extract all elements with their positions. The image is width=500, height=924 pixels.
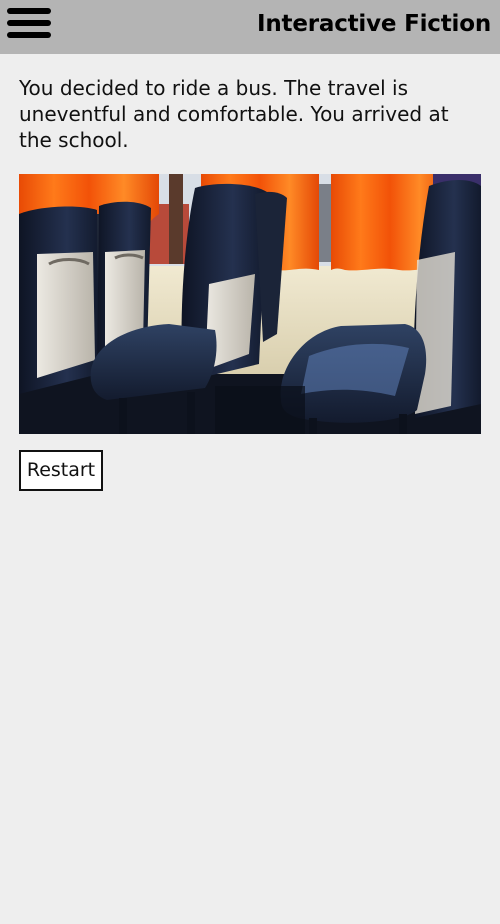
story-text: You decided to ride a bus. The travel is…	[19, 76, 449, 152]
scene-image	[19, 174, 481, 434]
restart-button[interactable]: Restart	[19, 450, 103, 491]
app-title: Interactive Fiction	[257, 11, 491, 37]
menu-bar-top	[7, 8, 51, 14]
app-bar: Interactive Fiction	[0, 0, 500, 54]
menu-bar-bottom	[7, 32, 51, 38]
bus-seats-illustration	[19, 174, 481, 434]
hamburger-menu-icon[interactable]	[6, 6, 52, 44]
menu-bar-middle	[7, 20, 51, 26]
